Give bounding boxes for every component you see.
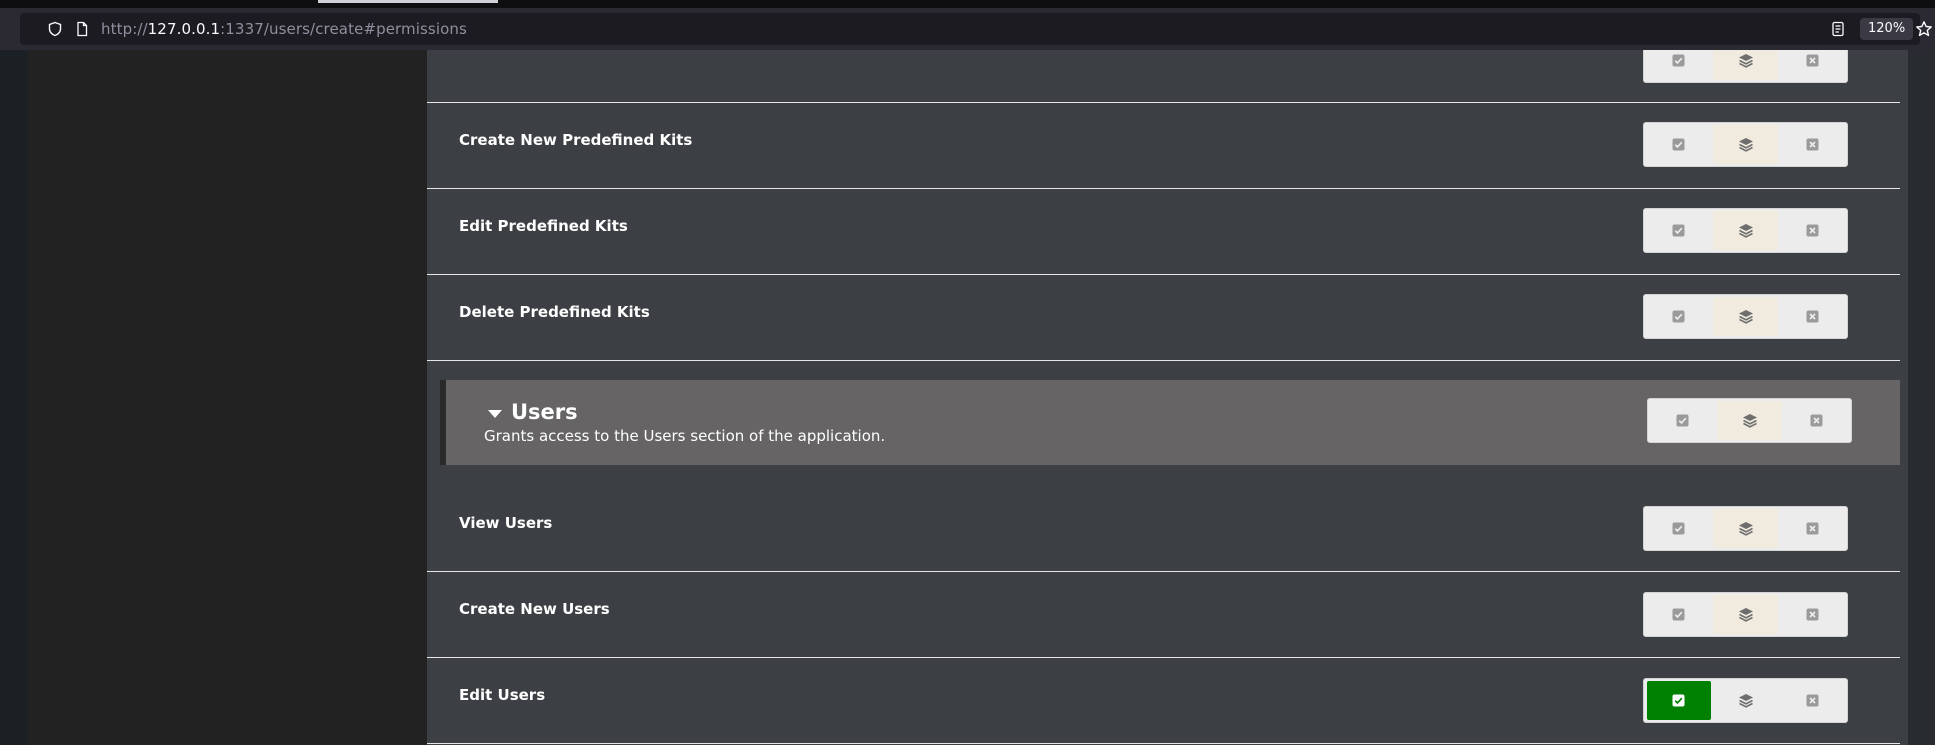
check-square-icon — [1676, 414, 1689, 427]
check-square-icon — [1672, 522, 1685, 535]
x-square-icon — [1806, 522, 1819, 535]
users-permission-toggle — [1643, 678, 1848, 723]
deny-option[interactable] — [1784, 401, 1848, 440]
url-scheme: http:// — [101, 20, 148, 38]
tab-strip — [0, 0, 1935, 8]
grant-option[interactable] — [1647, 595, 1711, 634]
permission-label: View Users — [459, 514, 553, 532]
x-square-icon — [1806, 694, 1819, 707]
check-square-icon — [1672, 224, 1685, 237]
layers-icon — [1738, 522, 1753, 536]
left-gutter — [0, 50, 28, 745]
inherit-option[interactable] — [1712, 595, 1779, 634]
browser-toolbar: http://127.0.0.1:1337/users/create#permi… — [0, 8, 1935, 50]
x-square-icon — [1806, 54, 1819, 67]
inherit-option[interactable] — [1716, 401, 1783, 440]
zoom-level-badge[interactable]: 120% — [1860, 18, 1914, 40]
caret-down-icon[interactable] — [488, 410, 502, 418]
deny-option[interactable] — [1780, 125, 1844, 164]
permission-label: Create New Users — [459, 600, 610, 618]
permission-label: Edit Predefined Kits — [459, 217, 628, 235]
section-title: Users — [511, 400, 578, 424]
inherit-option[interactable] — [1712, 50, 1779, 80]
page-viewport: Users Grants access to the Users section… — [0, 50, 1935, 745]
users-section-permission-toggle — [1647, 398, 1852, 443]
deny-option[interactable] — [1780, 681, 1844, 720]
check-square-icon — [1672, 310, 1685, 323]
grant-option[interactable] — [1651, 401, 1715, 440]
x-square-icon — [1806, 224, 1819, 237]
inherit-option[interactable] — [1712, 125, 1779, 164]
check-square-icon — [1672, 54, 1685, 67]
users-permission-toggle — [1643, 506, 1848, 551]
kit-permission-toggle — [1643, 50, 1848, 83]
url-host: 127.0.0.1 — [147, 20, 221, 38]
deny-option[interactable] — [1780, 595, 1844, 634]
grant-option[interactable] — [1647, 125, 1711, 164]
grant-option[interactable] — [1647, 681, 1711, 720]
section-description: Grants access to the Users section of th… — [484, 427, 886, 445]
permission-label: Edit Users — [459, 686, 546, 704]
check-square-icon — [1672, 608, 1685, 621]
x-square-icon — [1806, 608, 1819, 621]
layers-icon — [1738, 138, 1753, 152]
x-square-icon — [1806, 310, 1819, 323]
layers-icon — [1738, 54, 1753, 68]
inherit-option[interactable] — [1712, 297, 1779, 336]
shield-icon[interactable] — [47, 21, 63, 37]
sidebar — [28, 50, 427, 745]
active-tab-indicator — [318, 0, 498, 3]
deny-option[interactable] — [1780, 509, 1844, 548]
kit-permission-toggle — [1643, 208, 1848, 253]
deny-option[interactable] — [1780, 211, 1844, 250]
inherit-option[interactable] — [1712, 509, 1779, 548]
layers-icon — [1738, 224, 1753, 238]
check-square-icon — [1672, 138, 1685, 151]
grant-option[interactable] — [1647, 297, 1711, 336]
grant-option[interactable] — [1647, 50, 1711, 80]
kit-permission-toggle — [1643, 294, 1848, 339]
page-info-icon[interactable] — [74, 21, 90, 37]
permission-label: Create New Predefined Kits — [459, 131, 693, 149]
check-square-icon — [1672, 694, 1685, 707]
users-permission-toggle — [1643, 592, 1848, 637]
inherit-option[interactable] — [1712, 211, 1779, 250]
layers-icon — [1738, 694, 1753, 708]
url-bar[interactable]: http://127.0.0.1:1337/users/create#permi… — [20, 13, 1932, 45]
permission-label: Delete Predefined Kits — [459, 303, 650, 321]
layers-icon — [1738, 608, 1753, 622]
deny-option[interactable] — [1780, 50, 1844, 80]
x-square-icon — [1810, 414, 1823, 427]
right-gutter — [1908, 50, 1935, 745]
url-text[interactable]: http://127.0.0.1:1337/users/create#permi… — [101, 20, 467, 38]
x-square-icon — [1806, 138, 1819, 151]
kit-permission-toggle — [1643, 122, 1848, 167]
layers-icon — [1738, 310, 1753, 324]
bookmark-star-icon[interactable] — [1915, 20, 1933, 38]
grant-option[interactable] — [1647, 509, 1711, 548]
reader-view-icon[interactable] — [1830, 21, 1846, 37]
url-path: :1337/users/create#permissions — [220, 20, 467, 38]
layers-icon — [1742, 414, 1757, 428]
deny-option[interactable] — [1780, 297, 1844, 336]
inherit-option[interactable] — [1713, 681, 1779, 720]
grant-option[interactable] — [1647, 211, 1711, 250]
